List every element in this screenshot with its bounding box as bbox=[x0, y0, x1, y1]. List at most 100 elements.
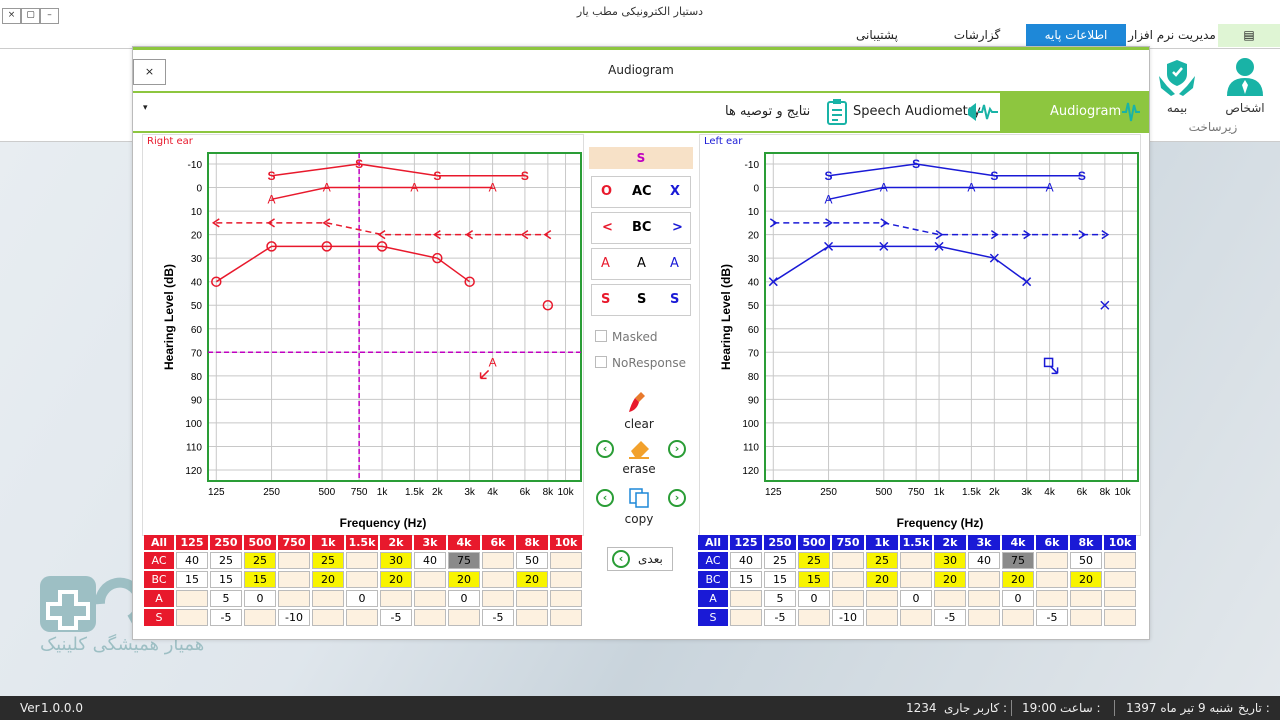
clear-button[interactable]: clear bbox=[617, 390, 661, 431]
table-cell[interactable]: 0 bbox=[346, 590, 378, 607]
table-cell[interactable]: 15 bbox=[176, 571, 208, 588]
table-header-cell[interactable]: 500 bbox=[244, 535, 276, 550]
menu-app-management[interactable]: مدیریت نرم افزار bbox=[1127, 24, 1217, 47]
table-cell[interactable] bbox=[414, 571, 446, 588]
table-cell[interactable] bbox=[1104, 571, 1136, 588]
table-header-cell[interactable]: 125 bbox=[730, 535, 762, 550]
table-cell[interactable] bbox=[1002, 609, 1034, 626]
table-cell[interactable]: 25 bbox=[210, 552, 242, 569]
insurance-button[interactable]: بیمه bbox=[1147, 54, 1207, 116]
table-cell[interactable]: 30 bbox=[934, 552, 966, 569]
table-cell[interactable]: 0 bbox=[798, 590, 830, 607]
table-cell[interactable]: 75 bbox=[448, 552, 480, 569]
table-header-cell[interactable]: 750 bbox=[278, 535, 310, 550]
table-cell[interactable]: 20 bbox=[312, 571, 344, 588]
table-cell[interactable] bbox=[550, 571, 582, 588]
table-cell[interactable]: -5 bbox=[764, 609, 796, 626]
table-header-cell[interactable]: 125 bbox=[176, 535, 208, 550]
table-cell[interactable]: 0 bbox=[244, 590, 276, 607]
table-cell[interactable] bbox=[278, 552, 310, 569]
a-symbol-button[interactable]: A A A bbox=[591, 248, 691, 280]
tab-results[interactable]: نتایج و توصیه ها bbox=[725, 93, 847, 131]
table-cell[interactable]: 5 bbox=[764, 590, 796, 607]
table-header-cell[interactable]: 250 bbox=[764, 535, 796, 550]
table-cell[interactable]: 40 bbox=[730, 552, 762, 569]
table-cell[interactable] bbox=[832, 590, 864, 607]
table-cell[interactable]: -5 bbox=[482, 609, 514, 626]
table-cell[interactable] bbox=[550, 590, 582, 607]
tab-speech-audiometry[interactable]: Speech Audiometry bbox=[853, 93, 998, 131]
table-cell[interactable] bbox=[176, 590, 208, 607]
table-cell[interactable] bbox=[730, 609, 762, 626]
table-header-cell[interactable]: 250 bbox=[210, 535, 242, 550]
table-cell[interactable] bbox=[934, 590, 966, 607]
right-ear-audiogram-svg[interactable]: Frequency (Hz) Hearing Level (dB) -10 0 10 20… bbox=[143, 135, 583, 535]
table-header-cell[interactable]: 10k bbox=[1104, 535, 1136, 550]
table-cell[interactable] bbox=[550, 552, 582, 569]
table-header-cell[interactable]: 1.5k bbox=[900, 535, 932, 550]
table-cell[interactable]: 50 bbox=[516, 552, 548, 569]
table-cell[interactable] bbox=[1036, 571, 1068, 588]
table-cell[interactable] bbox=[482, 590, 514, 607]
table-cell[interactable]: 20 bbox=[448, 571, 480, 588]
table-cell[interactable]: 20 bbox=[380, 571, 412, 588]
table-cell[interactable]: 20 bbox=[934, 571, 966, 588]
table-cell[interactable] bbox=[866, 590, 898, 607]
table-cell[interactable]: 20 bbox=[1070, 571, 1102, 588]
table-cell[interactable] bbox=[866, 609, 898, 626]
prev-erase-button[interactable]: ‹ bbox=[596, 440, 614, 458]
table-cell[interactable]: 15 bbox=[210, 571, 242, 588]
table-header-cell[interactable]: 4k bbox=[448, 535, 480, 550]
table-header-cell[interactable]: 6k bbox=[482, 535, 514, 550]
masked-checkbox[interactable]: Masked bbox=[595, 330, 657, 344]
table-cell[interactable]: -5 bbox=[1036, 609, 1068, 626]
table-cell[interactable] bbox=[900, 609, 932, 626]
table-cell[interactable]: 0 bbox=[448, 590, 480, 607]
table-cell[interactable]: 0 bbox=[900, 590, 932, 607]
table-header-cell[interactable]: 10k bbox=[550, 535, 582, 550]
table-header-cell[interactable]: 2k bbox=[934, 535, 966, 550]
table-header-cell[interactable]: All bbox=[698, 535, 728, 550]
left-ear-chart[interactable]: Left ear Frequency (Hz) Hearing Level (dB… bbox=[699, 134, 1141, 536]
erase-button[interactable]: erase bbox=[617, 437, 661, 476]
ac-symbol-button[interactable]: O AC X bbox=[591, 176, 691, 208]
table-cell[interactable] bbox=[448, 609, 480, 626]
table-cell[interactable] bbox=[414, 590, 446, 607]
table-header-cell[interactable]: 750 bbox=[832, 535, 864, 550]
table-header-cell[interactable]: All bbox=[144, 535, 174, 550]
table-header-cell[interactable]: 2k bbox=[380, 535, 412, 550]
table-cell[interactable] bbox=[968, 571, 1000, 588]
table-cell[interactable]: 25 bbox=[312, 552, 344, 569]
table-cell[interactable] bbox=[244, 609, 276, 626]
table-cell[interactable]: 20 bbox=[516, 571, 548, 588]
table-cell[interactable]: -5 bbox=[210, 609, 242, 626]
table-cell[interactable] bbox=[832, 552, 864, 569]
next-copy-button[interactable]: › bbox=[668, 489, 686, 507]
table-cell[interactable]: 5 bbox=[210, 590, 242, 607]
copy-button[interactable]: copy bbox=[617, 487, 661, 526]
table-header-cell[interactable]: 3k bbox=[968, 535, 1000, 550]
window-minimize-button[interactable]: – bbox=[40, 8, 59, 24]
table-header-cell[interactable]: 1k bbox=[312, 535, 344, 550]
menu-basic-info[interactable]: اطلاعات پایه bbox=[1026, 24, 1126, 47]
table-cell[interactable] bbox=[968, 609, 1000, 626]
table-cell[interactable]: -10 bbox=[832, 609, 864, 626]
bc-symbol-button[interactable]: < BC > bbox=[591, 212, 691, 244]
s-symbol-button[interactable]: S S S bbox=[591, 284, 691, 316]
table-cell[interactable] bbox=[798, 609, 830, 626]
table-header-cell[interactable]: 6k bbox=[1036, 535, 1068, 550]
table-cell[interactable] bbox=[482, 552, 514, 569]
table-header-cell[interactable]: 3k bbox=[414, 535, 446, 550]
table-cell[interactable] bbox=[1036, 590, 1068, 607]
next-button[interactable]: ‹ بعدی bbox=[607, 547, 673, 571]
table-cell[interactable]: 25 bbox=[244, 552, 276, 569]
table-cell[interactable]: 30 bbox=[380, 552, 412, 569]
table-cell[interactable]: 50 bbox=[1070, 552, 1102, 569]
prev-copy-button[interactable]: ‹ bbox=[596, 489, 614, 507]
noresponse-checkbox[interactable]: NoResponse bbox=[595, 356, 686, 370]
table-cell[interactable] bbox=[278, 590, 310, 607]
table-cell[interactable] bbox=[516, 609, 548, 626]
table-cell[interactable] bbox=[414, 609, 446, 626]
app-menu-icon[interactable]: ▤ bbox=[1218, 24, 1280, 47]
noresponse-checkbox-box[interactable] bbox=[595, 356, 607, 368]
